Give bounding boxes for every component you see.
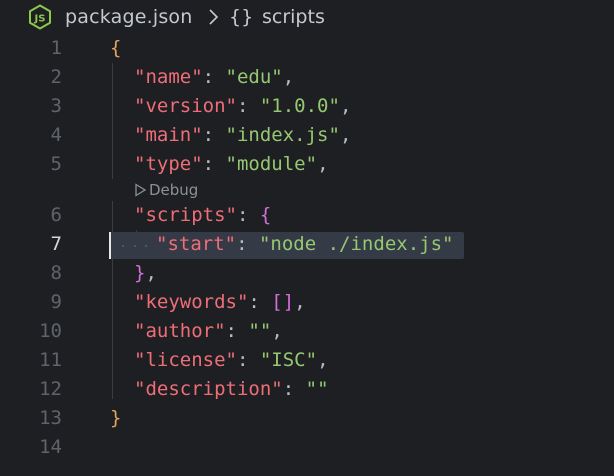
line-number: 3 — [50, 95, 62, 117]
play-icon — [135, 183, 147, 197]
colon: : — [202, 153, 215, 175]
indent-guide — [112, 201, 113, 399]
close-brace: } — [134, 262, 146, 284]
text-cursor — [109, 232, 111, 259]
comma: , — [294, 291, 306, 313]
breadcrumb-symbol[interactable]: scripts — [262, 4, 325, 30]
code-line: "author": "", — [134, 317, 283, 346]
line-number: 2 — [50, 66, 62, 88]
json-key: "start" — [156, 233, 237, 255]
json-value: [] — [271, 291, 295, 313]
json-key: "scripts" — [134, 204, 237, 226]
colon: : — [282, 378, 295, 400]
code-line: }, — [134, 259, 157, 288]
json-value: "" — [305, 378, 329, 400]
colon: : — [236, 95, 249, 117]
line-number: 11 — [39, 349, 62, 371]
code-line: "main": "index.js", — [134, 121, 351, 150]
code-line: "name": "edu", — [134, 63, 294, 92]
json-value: "edu" — [225, 66, 283, 88]
json-value: "1.0.0" — [259, 95, 340, 117]
json-key: "keywords" — [134, 291, 249, 313]
close-brace: } — [110, 407, 122, 429]
line-number: 14 — [39, 436, 62, 458]
code-line: "start": "node ./index.js" — [156, 230, 453, 259]
breadcrumb: JS package.json {} scripts — [0, 0, 614, 34]
whitespace-dot — [122, 245, 124, 247]
comma: , — [339, 95, 352, 117]
json-key: "author" — [134, 320, 226, 342]
line-number: 12 — [39, 378, 62, 400]
chevron-right-icon — [209, 9, 219, 25]
json-value: "index.js" — [225, 124, 340, 146]
comma: , — [145, 262, 157, 284]
json-key: "main" — [134, 124, 203, 146]
colon: : — [236, 233, 248, 255]
comma: , — [339, 124, 352, 146]
json-value: "node ./index.js" — [258, 233, 454, 255]
breadcrumb-file[interactable]: package.json — [65, 4, 193, 30]
json-key: "name" — [134, 66, 203, 88]
whitespace-dot — [134, 245, 136, 247]
svg-text:JS: JS — [34, 14, 46, 25]
json-key: "description" — [134, 378, 283, 400]
code-line: } — [110, 404, 121, 433]
comma: , — [282, 66, 295, 88]
colon: : — [225, 320, 237, 342]
open-brace: { — [110, 37, 122, 59]
json-value: "ISC" — [259, 349, 318, 371]
open-brace: { — [259, 204, 272, 226]
colon: : — [236, 349, 249, 371]
colon: : — [202, 66, 215, 88]
code-line: "scripts": { — [134, 201, 271, 230]
debug-codelens[interactable]: Debug — [134, 180, 198, 200]
code-line: "description": "" — [134, 375, 329, 404]
colon: : — [248, 291, 260, 313]
comma: , — [317, 153, 329, 175]
line-number: 5 — [50, 153, 62, 175]
line-number: 6 — [50, 204, 62, 226]
json-key: "license" — [134, 349, 237, 371]
line-number: 8 — [50, 262, 62, 284]
colon: : — [202, 124, 215, 146]
colon: : — [236, 204, 249, 226]
indent-guide — [112, 63, 113, 179]
debug-label: Debug — [149, 181, 199, 199]
line-number-active: 7 — [50, 233, 62, 255]
json-key: "version" — [134, 95, 237, 117]
line-number: 9 — [50, 291, 62, 313]
code-line: "type": "module", — [134, 150, 329, 179]
comma: , — [317, 349, 329, 371]
code-line: { — [110, 34, 121, 63]
line-number: 1 — [50, 37, 62, 59]
whitespace-dot — [145, 245, 147, 247]
line-number: 13 — [39, 407, 62, 429]
code-line: "version": "1.0.0", — [134, 92, 351, 121]
symbol-braces-icon: {} — [229, 6, 254, 28]
line-number: 4 — [50, 124, 62, 146]
json-key: "type" — [134, 153, 203, 175]
nodejs-icon: JS — [29, 4, 51, 30]
json-value: "" — [248, 320, 272, 342]
json-value: "module" — [225, 153, 318, 175]
comma: , — [271, 320, 283, 342]
line-number: 10 — [39, 320, 62, 342]
code-line: "keywords": [], — [134, 288, 306, 317]
code-line: "license": "ISC", — [134, 346, 329, 375]
